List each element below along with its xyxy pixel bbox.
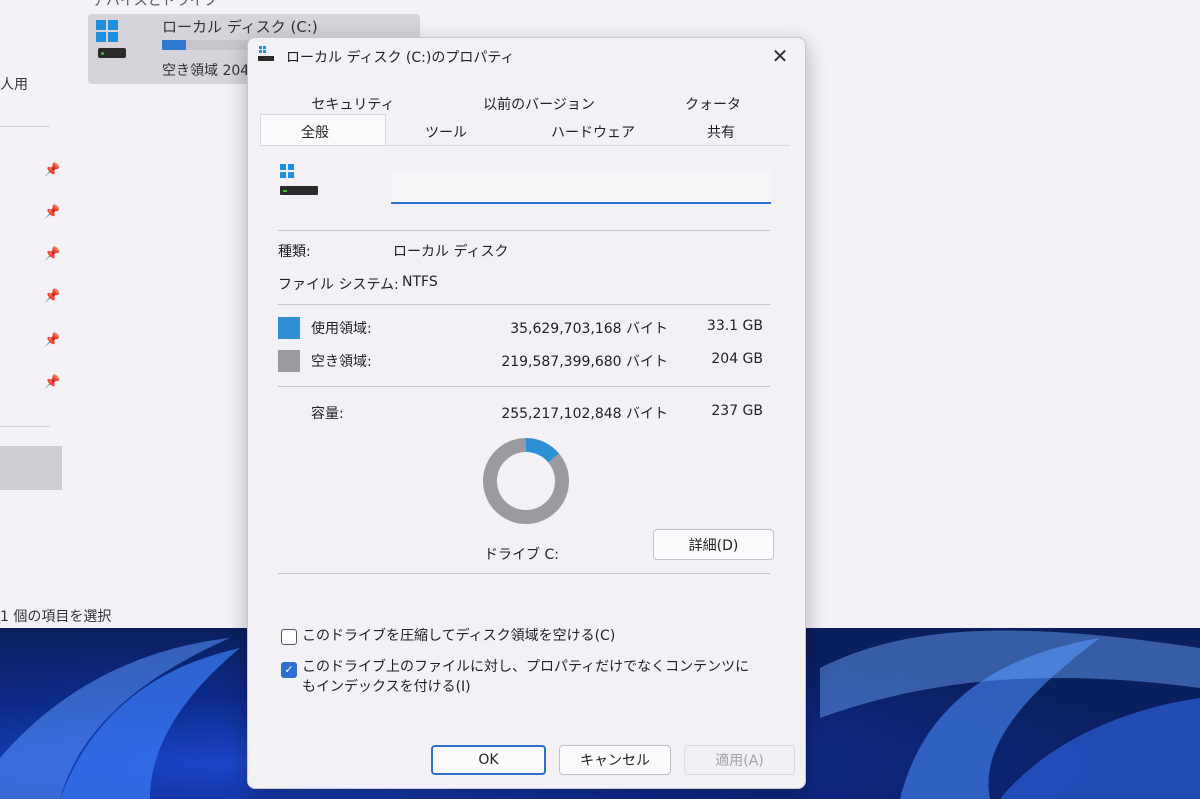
- separator: [278, 386, 770, 387]
- used-space-label: 使用領域:: [311, 321, 372, 337]
- drive-caption: ドライブ C:: [484, 547, 559, 563]
- apply-button[interactable]: 適用(A): [684, 745, 795, 775]
- details-button[interactable]: 詳細(D): [653, 529, 774, 560]
- filesystem-label: ファイル システム:: [278, 277, 399, 293]
- nav-item-selected[interactable]: [0, 446, 62, 490]
- drive-icon: [258, 46, 274, 61]
- ok-button[interactable]: OK: [431, 745, 546, 775]
- separator: [278, 230, 770, 231]
- title-bar[interactable]: ローカル ディスク (C:)のプロパティ ✕: [248, 38, 805, 74]
- free-space-bytes: 219,587,399,680 バイト: [501, 354, 668, 370]
- close-button[interactable]: ✕: [765, 42, 795, 70]
- capacity-bytes: 255,217,102,848 バイト: [501, 406, 668, 422]
- tab-general[interactable]: 全般: [280, 122, 350, 142]
- type-value: ローカル ディスク: [393, 244, 509, 260]
- status-bar-text: 1 個の項目を選択: [0, 609, 112, 625]
- tab-tools[interactable]: ツール: [416, 122, 476, 142]
- compress-checkbox[interactable]: [281, 629, 297, 645]
- drive-usage-fill: [162, 40, 186, 50]
- nav-divider: [0, 126, 50, 127]
- pin-icon[interactable]: 📌: [44, 290, 60, 304]
- drive-tile-name: ローカル ディスク (C:): [162, 18, 318, 36]
- cancel-button[interactable]: キャンセル: [559, 745, 671, 775]
- separator: [278, 304, 770, 305]
- free-space-gb: 204 GB: [711, 351, 763, 367]
- section-header: デバイスとドライブ: [92, 0, 218, 9]
- volume-name-input[interactable]: [391, 170, 771, 204]
- drive-icon: [98, 48, 126, 58]
- tab-security[interactable]: セキュリティ: [298, 94, 408, 114]
- nav-divider: [0, 426, 50, 427]
- type-label: 種類:: [278, 244, 311, 260]
- windows-logo-icon: [96, 20, 118, 42]
- nav-item-personal[interactable]: 人用: [0, 74, 28, 94]
- capacity-gb: 237 GB: [711, 403, 763, 419]
- filesystem-value: NTFS: [402, 274, 438, 290]
- tab-hardware[interactable]: ハードウェア: [548, 122, 638, 142]
- local-disk-icon: [280, 164, 318, 195]
- index-checkbox[interactable]: ✓: [281, 662, 297, 678]
- separator: [278, 573, 770, 574]
- tab-quota[interactable]: クォータ: [678, 94, 748, 114]
- pin-icon[interactable]: 📌: [44, 334, 60, 348]
- used-space-gb: 33.1 GB: [706, 318, 763, 334]
- free-space-label: 空き領域:: [311, 354, 372, 370]
- used-space-bytes: 35,629,703,168 バイト: [510, 321, 668, 337]
- pin-icon[interactable]: 📌: [44, 248, 60, 262]
- capacity-label: 容量:: [311, 406, 344, 422]
- index-label[interactable]: このドライブ上のファイルに対し、プロパティだけでなくコンテンツにもインデックスを…: [302, 657, 762, 697]
- tab-sharing[interactable]: 共有: [696, 122, 746, 142]
- pin-icon[interactable]: 📌: [44, 164, 60, 178]
- free-space-swatch: [278, 350, 300, 372]
- tab-divider: [260, 145, 790, 146]
- compress-label[interactable]: このドライブを圧縮してディスク領域を空ける(C): [302, 626, 782, 646]
- properties-dialog: ローカル ディスク (C:)のプロパティ ✕ セキュリティ 以前のバージョン ク…: [247, 37, 806, 789]
- pin-icon[interactable]: 📌: [44, 206, 60, 220]
- tab-previous-versions[interactable]: 以前のバージョン: [474, 94, 604, 114]
- used-space-swatch: [278, 317, 300, 339]
- pin-icon[interactable]: 📌: [44, 376, 60, 390]
- dialog-title: ローカル ディスク (C:)のプロパティ: [286, 50, 515, 66]
- disk-usage-donut: [483, 438, 569, 524]
